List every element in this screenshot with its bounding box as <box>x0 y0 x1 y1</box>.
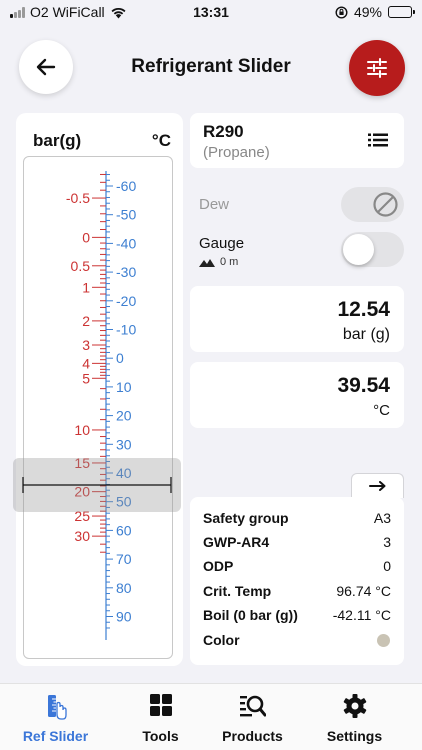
battery-icon <box>388 6 415 18</box>
pressure-tick-label: 4 <box>82 355 90 371</box>
temperature-tick-label: -50 <box>116 207 136 223</box>
pressure-tick-label: 5 <box>82 370 90 386</box>
property-value: 3 <box>383 534 391 550</box>
tab-label: Products <box>222 728 283 744</box>
gauge-label: Gauge <box>199 235 245 252</box>
pt-scale[interactable]: -60 -50 -40 -30 -20 -10 0 10 20 30 40 50 60 70 80 90 -0.… <box>23 156 173 659</box>
property-key: Safety group <box>203 510 289 526</box>
property-row: ODP 0 <box>203 554 391 578</box>
property-key: GWP-AR4 <box>203 534 270 550</box>
pressure-readout[interactable]: 12.54 bar (g) <box>190 286 404 352</box>
temperature-tick-label: 30 <box>116 436 132 452</box>
tab-label: Settings <box>326 728 383 744</box>
pressure-tick-label: 0.5 <box>71 258 91 274</box>
property-row: Safety group A3 <box>203 506 391 530</box>
refrigerant-selector[interactable]: R290 (Propane) <box>190 113 404 168</box>
arrow-right-icon <box>368 481 385 491</box>
tab-bar: Ref Slider Tools Products Settings <box>0 683 422 750</box>
expand-button[interactable] <box>351 473 404 498</box>
tab-label: Tools <box>142 728 179 744</box>
temperature-unit-label: °C <box>151 131 171 150</box>
ruler-hand-icon <box>47 695 67 720</box>
pressure-tick-label: 2 <box>82 313 90 329</box>
pressure-unit: bar (g) <box>342 326 390 343</box>
property-row: Boil (0 bar (g)) -42.11 °C <box>203 603 391 627</box>
temperature-tick-label: 10 <box>116 379 132 395</box>
pressure-tick-label: 30 <box>74 528 90 544</box>
temperature-tick-label: 90 <box>116 609 132 625</box>
list-icon[interactable] <box>368 133 388 147</box>
tab-label: Ref Slider <box>22 728 89 744</box>
temperature-tick-label: -60 <box>116 178 136 194</box>
slider-handle-band[interactable] <box>13 458 181 512</box>
temperature-tick-label: -30 <box>116 264 136 280</box>
property-row: GWP-AR4 3 <box>203 530 391 554</box>
gauge-toggle[interactable] <box>341 232 404 267</box>
mountain-icon <box>199 258 215 267</box>
gear-icon <box>343 694 366 718</box>
color-swatch <box>377 634 390 647</box>
temperature-tick-label: -20 <box>116 293 136 309</box>
dew-label: Dew <box>199 196 230 213</box>
orientation-lock-icon <box>335 5 348 19</box>
dew-toggle[interactable] <box>341 187 404 222</box>
property-row: Color <box>203 628 391 652</box>
property-row: Crit. Temp 96.74 °C <box>203 579 391 603</box>
tab-ref-slider[interactable]: Ref Slider <box>3 684 108 750</box>
temperature-tick-label: 0 <box>116 350 124 366</box>
temperature-tick-label: 70 <box>116 551 132 567</box>
battery-percent: 49% <box>353 4 382 20</box>
temperature-tick-label: 80 <box>116 580 132 596</box>
property-key: Color <box>203 632 240 648</box>
temperature-readout[interactable]: 39.54 °C <box>190 362 404 428</box>
pressure-tick-label: 10 <box>74 422 90 438</box>
pressure-tick-label: 3 <box>82 337 90 353</box>
temperature-value: 39.54 <box>337 374 390 397</box>
tab-products[interactable]: Products <box>200 684 305 750</box>
refrigerant-subtitle: (Propane) <box>203 144 270 161</box>
temperature-tick-label: 60 <box>116 522 132 538</box>
property-value: 0 <box>383 558 391 574</box>
temperature-unit: °C <box>373 402 390 419</box>
property-key: ODP <box>203 558 234 574</box>
pressure-unit-label: bar(g) <box>33 131 82 150</box>
pressure-tick-label: -0.5 <box>66 190 90 206</box>
tab-settings[interactable]: Settings <box>302 684 407 750</box>
altitude-value: 0 m <box>220 256 239 268</box>
temperature-tick-label: -10 <box>116 322 136 338</box>
pressure-tick-label: 1 <box>82 279 90 295</box>
properties-card: Safety group A3 GWP-AR4 3 ODP 0 Crit. Temp 9… <box>190 497 404 665</box>
status-bar: O2 WiFiCall 13:31 49% <box>0 0 422 24</box>
disabled-icon <box>373 192 398 217</box>
property-key: Boil (0 bar (g)) <box>203 607 298 623</box>
grid-icon <box>149 694 172 716</box>
temperature-tick-label: -40 <box>116 235 136 251</box>
sliders-icon <box>367 58 387 78</box>
temperature-tick-label: 20 <box>116 408 132 424</box>
slider-card: bar(g) °C -60 -50 -40 -30 -20 -10 0 10 20 30 40 50 6… <box>16 113 183 666</box>
pt-scale-svg[interactable]: -60-50-40-30-20-100102030405060708090-0.… <box>24 157 174 660</box>
slider-indicator-line <box>22 477 172 493</box>
pressure-tick-label: 0 <box>82 229 90 245</box>
property-key: Crit. Temp <box>203 583 272 599</box>
search-list-icon <box>239 695 266 717</box>
tab-tools[interactable]: Tools <box>108 684 213 750</box>
filter-settings-button[interactable] <box>349 40 405 96</box>
property-value: -42.11 °C <box>332 607 391 623</box>
pressure-value: 12.54 <box>337 298 390 321</box>
property-value: A3 <box>373 510 391 526</box>
toggle-knob <box>343 234 374 265</box>
refrigerant-name: R290 <box>203 122 244 141</box>
altitude-row: 0 m <box>199 256 238 268</box>
property-value: 96.74 °C <box>336 583 391 599</box>
